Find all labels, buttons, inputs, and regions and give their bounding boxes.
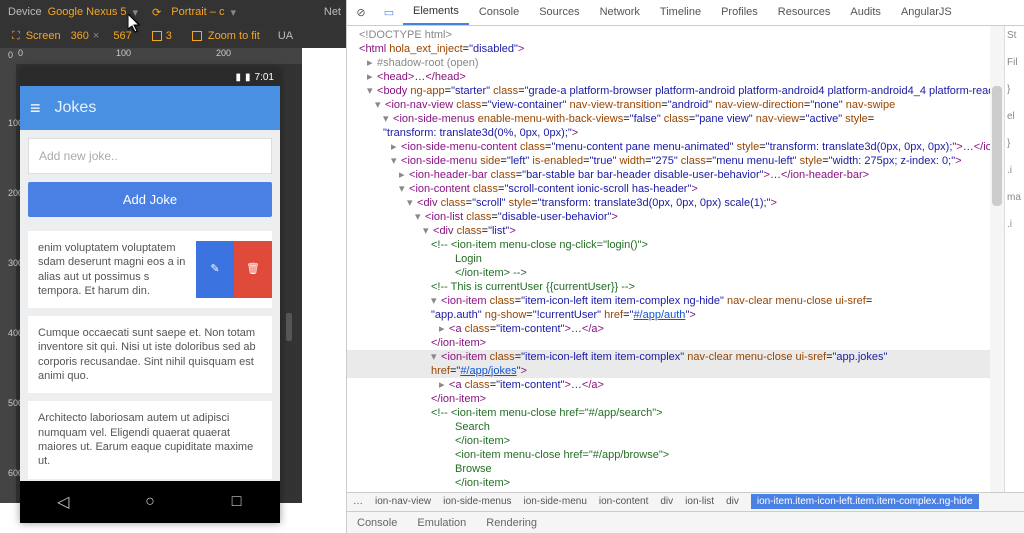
breadcrumb-item[interactable]: ion-side-menus xyxy=(443,496,511,507)
battery-icon: ▮ xyxy=(245,72,251,83)
dpr-badge[interactable]: 3 xyxy=(152,30,172,42)
dom-breadcrumb[interactable]: … ion-nav-view ion-side-menus ion-side-m… xyxy=(347,492,1024,512)
tab-timeline[interactable]: Timeline xyxy=(650,0,711,25)
android-statusbar: ▮ ▮ 7:01 xyxy=(20,68,280,86)
devtools-panel: ⊘ ▭ Elements Console Sources Network Tim… xyxy=(346,0,1024,533)
joke-item-swiped[interactable]: enim voluptatem voluptatem sdam deserunt… xyxy=(28,231,272,308)
device-viewport: 0 100 200 0 100 200 300 400 500 600 ▮ ▮ … xyxy=(0,48,302,503)
orientation-selector[interactable]: Portrait – c▾ xyxy=(171,6,236,19)
new-joke-input[interactable]: Add new joke.. xyxy=(28,138,272,174)
breadcrumb-item[interactable]: ion-content xyxy=(599,496,648,507)
tab-console[interactable]: Console xyxy=(469,0,529,25)
tab-network[interactable]: Network xyxy=(590,0,650,25)
ua-label: UA xyxy=(278,30,293,42)
dom-scrollbar[interactable] xyxy=(990,26,1004,492)
screen-label: Screen xyxy=(26,30,61,42)
height-value[interactable]: 567 xyxy=(113,30,131,42)
tab-resources[interactable]: Resources xyxy=(768,0,841,25)
hamburger-icon[interactable]: ≡ xyxy=(30,98,41,119)
tab-audits[interactable]: Audits xyxy=(840,0,891,25)
joke-item[interactable]: Architecto laboriosam autem ut adipisci … xyxy=(28,401,272,478)
android-navbar: ◁ ○ □ xyxy=(20,481,280,523)
unselect-icon[interactable]: ⊘ xyxy=(347,6,375,19)
network-label: Net xyxy=(324,6,341,18)
home-icon[interactable]: ○ xyxy=(139,491,161,513)
devtools-body: <!DOCTYPE html> <html hola_ext_inject="d… xyxy=(347,26,1024,492)
app-content: Add new joke.. Add Joke enim voluptatem … xyxy=(20,130,280,481)
emulated-device: ▮ ▮ 7:01 ≡ Jokes Add new joke.. Add Joke… xyxy=(20,68,280,523)
breadcrumb-item[interactable]: ion-list xyxy=(685,496,714,507)
drawer-tab-rendering[interactable]: Rendering xyxy=(476,517,547,529)
styles-pane-sliver: St Fil } el } .i ma .i xyxy=(1004,26,1024,492)
breadcrumb-active[interactable]: ion-item.item-icon-left.item.item-comple… xyxy=(751,494,979,509)
devtools-tabs: ⊘ ▭ Elements Console Sources Network Tim… xyxy=(347,0,1024,26)
add-joke-button[interactable]: Add Joke xyxy=(28,182,272,217)
breadcrumb-item[interactable]: … xyxy=(353,496,363,507)
device-label: Device xyxy=(8,6,42,18)
tab-angularjs[interactable]: AngularJS xyxy=(891,0,962,25)
joke-item[interactable]: Cumque occaecati sunt saepe et. Non tota… xyxy=(28,316,272,393)
delete-button[interactable]: 🗑 xyxy=(234,241,272,298)
ruler-horizontal: 0 100 200 xyxy=(16,48,302,64)
tab-profiles[interactable]: Profiles xyxy=(711,0,768,25)
tab-elements[interactable]: Elements xyxy=(403,0,469,25)
width-value[interactable]: 360 xyxy=(71,30,89,42)
drawer-tab-console[interactable]: Console xyxy=(347,517,407,529)
breadcrumb-item[interactable]: ion-nav-view xyxy=(375,496,431,507)
refresh-icon[interactable]: ⟳ xyxy=(152,6,161,19)
zoom-control[interactable]: Zoom to fit xyxy=(192,30,260,42)
breadcrumb-item[interactable]: div xyxy=(726,496,739,507)
clock-text: 7:01 xyxy=(255,72,274,83)
resize-handle[interactable] xyxy=(286,313,292,341)
device-selector[interactable]: Google Nexus 5▾ xyxy=(48,6,138,19)
breadcrumb-item[interactable]: div xyxy=(660,496,673,507)
edit-button[interactable]: ✎ xyxy=(196,241,234,298)
recent-icon[interactable]: □ xyxy=(226,491,248,513)
device-mode-icon[interactable]: ▭ xyxy=(375,6,403,19)
swipe-actions: ✎ 🗑 xyxy=(196,241,272,298)
dimension-x: × xyxy=(93,30,99,42)
joke-text: enim voluptatem voluptatem sdam deserunt… xyxy=(38,241,196,298)
ruler-vertical: 0 100 200 300 400 500 600 xyxy=(0,48,16,503)
tab-sources[interactable]: Sources xyxy=(529,0,589,25)
drawer-tab-emulation[interactable]: Emulation xyxy=(407,517,476,529)
signal-icon: ▮ xyxy=(236,72,242,83)
app-header: ≡ Jokes xyxy=(20,86,280,130)
back-icon[interactable]: ◁ xyxy=(52,491,74,513)
breadcrumb-item[interactable]: ion-side-menu xyxy=(524,496,587,507)
app-title: Jokes xyxy=(55,99,97,117)
dom-tree[interactable]: <!DOCTYPE html> <html hola_ext_inject="d… xyxy=(347,26,1004,492)
drawer-tabs: Console Emulation Rendering xyxy=(347,511,1024,533)
screen-icon[interactable]: ⛶ xyxy=(12,30,20,43)
